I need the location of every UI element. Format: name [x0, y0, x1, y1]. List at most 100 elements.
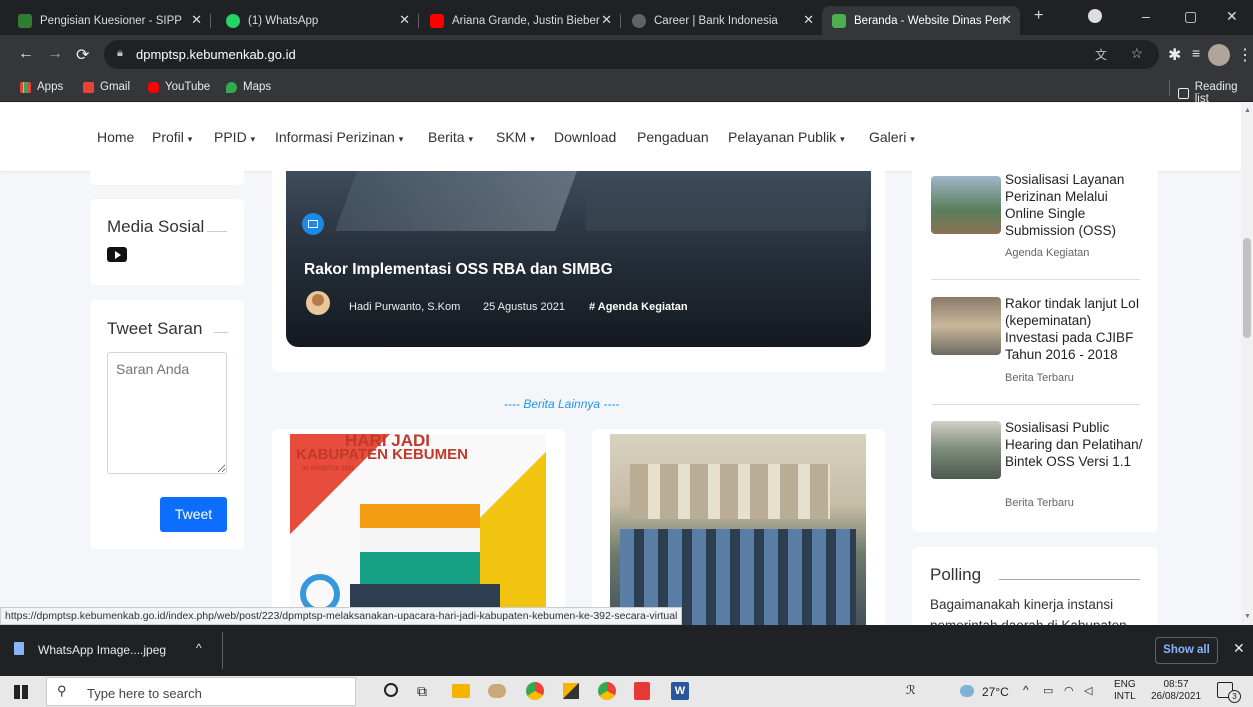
tab-title: Beranda - Website Dinas Pen — [854, 14, 1006, 27]
input-language[interactable]: ENG INTL — [1114, 679, 1136, 703]
app-icon[interactable] — [563, 683, 579, 699]
tab-youtube[interactable]: Ariana Grande, Justin Bieber ✕ — [420, 6, 621, 35]
menu-informasi-perizinan[interactable]: Informasi Perizinan ▾ — [275, 129, 403, 145]
chevron-up-icon[interactable]: ^ — [196, 641, 202, 655]
omnibox[interactable]: 🔒︎ dpmptsp.kebumenkab.go.id ⽂ ☆ — [104, 40, 1159, 69]
file-explorer-icon[interactable] — [452, 684, 470, 698]
featured-title[interactable]: Rakor Implementasi OSS RBA dan SIMBG — [304, 261, 613, 279]
chrome-icon[interactable] — [598, 682, 616, 700]
bookmark-gmail[interactable]: Gmail — [83, 81, 130, 93]
tab-sipp[interactable]: Pengisian Kuesioner - SIPP ✕ — [8, 6, 211, 35]
tab-beranda[interactable]: Beranda - Website Dinas Pen ✕ — [822, 6, 1020, 35]
wifi-icon[interactable]: ◠ — [1064, 684, 1074, 697]
author-name[interactable]: Hadi Purwanto, S.Kom — [349, 301, 460, 313]
close-tab-icon[interactable]: ✕ — [191, 12, 202, 28]
close-window-icon[interactable]: ✕ — [1226, 8, 1238, 25]
chevron-down-icon: ▾ — [187, 134, 193, 144]
page-scrollbar[interactable]: ▲ ▼ — [1241, 103, 1253, 625]
reading-list-toolbar-icon[interactable]: ≡ — [1192, 45, 1200, 61]
volume-icon[interactable]: ◁ — [1084, 684, 1092, 697]
scrollbar-thumb[interactable] — [1243, 238, 1251, 338]
featured-image[interactable]: Rakor Implementasi OSS RBA dan SIMBG Had… — [286, 171, 871, 347]
bookmark-star-icon[interactable]: ☆ — [1130, 45, 1143, 62]
saran-textarea[interactable] — [107, 352, 227, 474]
cortana-icon[interactable] — [384, 683, 398, 697]
people-icon[interactable]: ℛ — [906, 683, 916, 697]
bookmark-youtube[interactable]: YouTube — [148, 81, 210, 93]
chrome-icon[interactable] — [526, 682, 544, 700]
news-item-thumb[interactable] — [931, 176, 1001, 234]
menu-pengaduan[interactable]: Pengaduan — [637, 129, 709, 145]
news-thumb-image[interactable]: HARI JADI KABUPATEN KEBUMEN 31 AGUSTUS 2… — [290, 434, 546, 625]
news-item-category[interactable]: Berita Terbaru — [1005, 372, 1074, 384]
reload-icon[interactable]: ⟳ — [76, 45, 89, 65]
pdf-icon[interactable] — [634, 682, 650, 700]
menu-home[interactable]: Home — [97, 129, 134, 145]
close-tab-icon[interactable]: ✕ — [803, 12, 814, 28]
news-thumb-card[interactable] — [592, 429, 885, 625]
news-item-thumb[interactable] — [931, 421, 1001, 479]
menu-skm[interactable]: SKM ▾ — [496, 129, 535, 145]
network-icon[interactable]: ▭ — [1043, 684, 1053, 697]
bookmark-apps[interactable]: Apps — [20, 81, 63, 93]
show-all-button[interactable]: Show all — [1155, 637, 1218, 664]
weather-icon[interactable] — [960, 685, 974, 697]
news-item-title[interactable]: Sosialisasi Layanan Perizinan Melalui On… — [1005, 171, 1145, 239]
menu-galeri[interactable]: Galeri ▾ — [869, 129, 915, 145]
file-icon — [14, 642, 24, 655]
minimize-icon[interactable]: – — [1142, 8, 1150, 24]
search-placeholder: Type here to search — [87, 686, 202, 701]
app-icon[interactable] — [488, 684, 506, 698]
menu-berita[interactable]: Berita ▾ — [428, 129, 473, 145]
back-arrow-icon[interactable]: ← — [18, 45, 34, 63]
more-menu-icon[interactable]: ⋮ — [1237, 45, 1253, 65]
download-file-name[interactable]: WhatsApp Image....jpeg — [38, 643, 166, 657]
tray-chevron-icon[interactable]: ^ — [1023, 683, 1029, 697]
extensions-icon[interactable]: ✱ — [1168, 45, 1181, 65]
url-text[interactable]: dpmptsp.kebumenkab.go.id — [136, 47, 296, 62]
translate-icon[interactable]: ⽂ — [1095, 46, 1107, 63]
menu-ppid[interactable]: PPID ▾ — [214, 129, 255, 145]
restore-icon[interactable]: ▢ — [1184, 8, 1197, 25]
close-tab-icon[interactable]: ✕ — [399, 12, 410, 28]
reading-list-button[interactable]: Reading list — [1178, 81, 1253, 105]
post-tag[interactable]: # Agenda Kegiatan — [589, 301, 688, 313]
whatsapp-icon — [226, 13, 240, 28]
tweet-button[interactable]: Tweet — [160, 497, 227, 532]
close-shelf-icon[interactable]: ✕ — [1233, 640, 1245, 657]
menu-profil[interactable]: Profil ▾ — [152, 129, 192, 145]
menu-download[interactable]: Download — [554, 129, 616, 145]
menu-pelayanan-publik[interactable]: Pelayanan Publik ▾ — [728, 129, 845, 145]
news-item-category[interactable]: Berita Terbaru — [1005, 497, 1074, 509]
new-tab-plus-icon[interactable]: + — [1034, 7, 1043, 25]
scroll-up-arrow-icon[interactable]: ▲ — [1244, 107, 1251, 114]
youtube-icon[interactable] — [107, 247, 127, 262]
word-icon[interactable]: W — [671, 682, 689, 700]
scroll-down-arrow-icon[interactable]: ▼ — [1244, 613, 1251, 620]
temperature[interactable]: 27°C — [982, 685, 1009, 699]
profile-avatar[interactable] — [1208, 44, 1230, 66]
windows-taskbar: ⚲ Type here to search ⧉ W ℛ 27°C ^ ▭ ◠ ◁… — [0, 676, 1253, 707]
globe-icon — [632, 13, 646, 28]
lock-icon: 🔒︎ — [117, 47, 123, 59]
tab-whatsapp[interactable]: (1) WhatsApp ✕ — [216, 6, 419, 35]
close-tab-icon[interactable]: ✕ — [601, 12, 612, 28]
site-navbar: Home Profil ▾ PPID ▾ Informasi Perizinan… — [0, 103, 1241, 171]
news-item-thumb[interactable] — [931, 297, 1001, 355]
news-item-title[interactable]: Rakor tindak lanjut LoI (kepeminatan) In… — [1005, 295, 1145, 363]
news-thumb-card[interactable]: HARI JADI KABUPATEN KEBUMEN 31 AGUSTUS 2… — [272, 429, 565, 625]
windows-start-icon[interactable] — [14, 685, 28, 699]
bookmark-maps[interactable]: Maps — [226, 81, 271, 93]
news-category-icon[interactable] — [302, 213, 324, 235]
taskbar-search-box[interactable]: ⚲ Type here to search — [46, 677, 356, 706]
news-thumb-image[interactable] — [610, 434, 866, 625]
tab-bank-indonesia[interactable]: Career | Bank Indonesia ✕ — [622, 6, 822, 35]
forward-arrow-icon[interactable]: → — [47, 45, 63, 63]
tab-search-icon[interactable] — [1088, 9, 1102, 23]
close-tab-icon[interactable]: ✕ — [1001, 12, 1012, 28]
news-item-title[interactable]: Sosialisasi Public Hearing dan Pelatihan… — [1005, 419, 1145, 470]
task-view-icon[interactable]: ⧉ — [417, 683, 427, 700]
clock[interactable]: 08:57 26/08/2021 — [1149, 679, 1203, 703]
news-item-category[interactable]: Agenda Kegiatan — [1005, 247, 1089, 259]
chevron-down-icon: ▾ — [398, 134, 404, 144]
